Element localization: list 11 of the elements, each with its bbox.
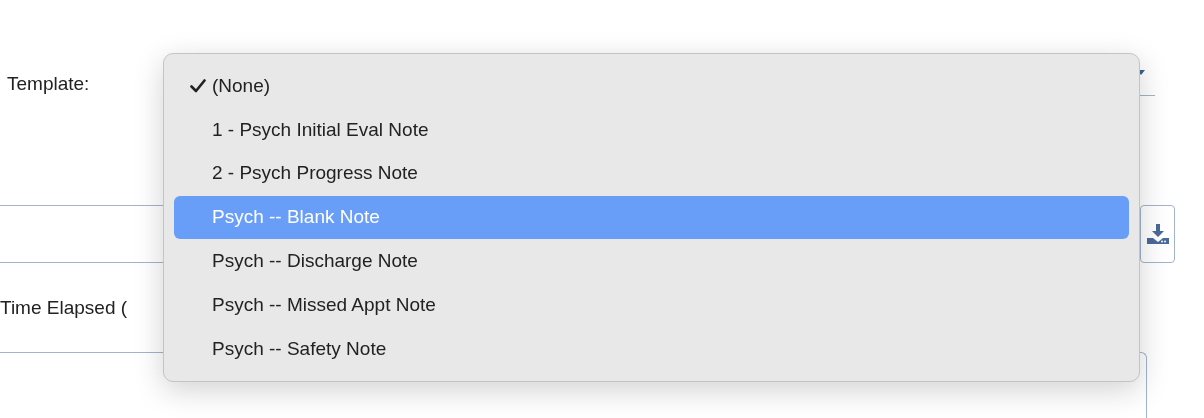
time-elapsed-label: Time Elapsed (	[0, 295, 128, 320]
download-button[interactable]	[1140, 205, 1175, 263]
menu-item[interactable]: 2 - Psych Progress Note	[174, 151, 1129, 196]
checkmark-icon	[190, 78, 206, 93]
menu-item[interactable]: (None)	[174, 64, 1129, 108]
menu-item[interactable]: Psych -- Discharge Note	[174, 239, 1129, 284]
template-label: Template:	[6, 72, 91, 96]
download-icon	[1146, 224, 1169, 244]
menu-item[interactable]: 1 - Psych Initial Eval Note	[174, 107, 1129, 152]
menu-item[interactable]: Psych -- Missed Appt Note	[174, 283, 1129, 328]
menu-item[interactable]: Psych -- Safety Note	[174, 327, 1129, 371]
